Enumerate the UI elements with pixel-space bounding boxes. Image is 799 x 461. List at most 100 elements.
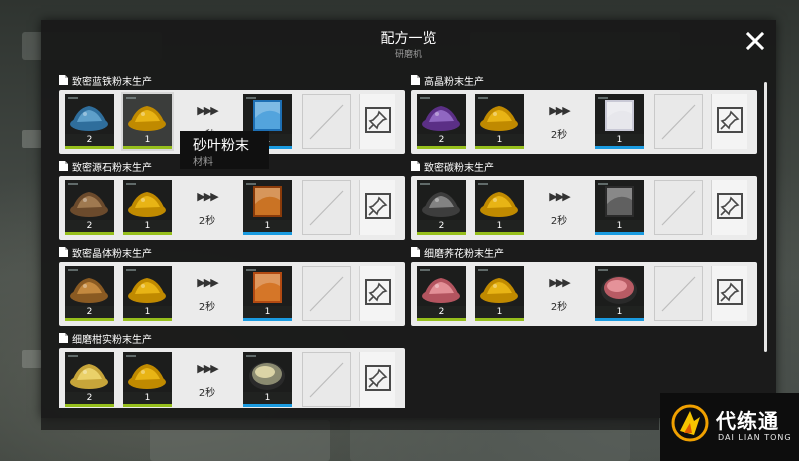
ingredient-slot[interactable]: 1 [475,180,524,235]
ingredient-slot[interactable]: 2 [417,180,466,235]
item-quantity: 1 [243,220,292,235]
recipe-title-text: 细磨柑实粉末生产 [72,334,152,346]
sandleaf-powder-icon [128,278,166,303]
product-slot[interactable]: 1 [243,180,292,235]
recipe-title-text: 致密蓝铁粉末生产 [72,76,152,88]
pin-recipe-button[interactable] [359,352,395,407]
item-tag [126,183,136,185]
recipe-title: 致密碳粉末生产 [411,158,757,174]
pin-recipe-button[interactable] [359,266,395,321]
pin-box [717,279,743,305]
watermark-subtitle: DAI LIAN TONG [718,433,792,442]
ingredient-slot[interactable]: 1 [475,94,524,149]
product-slot[interactable]: 1 [243,352,292,407]
item-thumbnail [123,180,172,223]
pin-recipe-button[interactable] [711,266,747,321]
item-thumbnail [417,180,466,223]
document-icon [411,161,420,171]
pin-icon [368,282,388,302]
scrollbar[interactable] [764,82,767,352]
recipe-title-text: 致密碳粉末生产 [424,162,494,174]
sandleaf-powder-icon [128,106,166,131]
empty-slot-slash-icon [661,104,696,140]
item-thumbnail [595,180,644,223]
ingredient-slot[interactable]: 2 [65,94,114,149]
ingredient-slot[interactable]: 1 [475,266,524,321]
ingredient-slot[interactable]: 2 [417,94,466,149]
item-quantity: 1 [595,220,644,235]
item-quantity: 1 [475,134,524,149]
item-tag [420,183,430,185]
pin-icon [368,368,388,388]
item-tag [420,269,430,271]
item-tag [598,97,608,99]
pin-box [365,193,391,219]
sandleaf-powder-icon [128,192,166,217]
dense-blue-iron-powder-icon [70,106,108,131]
item-tag [598,269,608,271]
fine-buckflower-powder-icon [601,276,637,304]
item-quantity: 1 [595,134,644,149]
ingredient-slot[interactable]: 2 [65,266,114,321]
process-arrow-icon: ▶▶▶ [197,104,218,117]
pin-recipe-button[interactable] [359,94,395,149]
pin-recipe-button[interactable] [711,180,747,235]
process-time: 2秒 [550,130,568,141]
ingredient-slot[interactable]: 2 [65,180,114,235]
close-button[interactable] [744,30,766,52]
ingredient-slot[interactable]: 2 [65,352,114,407]
pin-recipe-button[interactable] [711,94,747,149]
recipe-card: 细磨荞花粉末生产 2 1 ▶▶▶ 2秒 1 [411,244,757,326]
ingredient-slot[interactable]: 1 [123,352,172,407]
empty-slot [302,180,351,235]
item-tag [126,355,136,357]
item-quantity: 1 [123,220,172,235]
item-tag [598,183,608,185]
watermark: 代练通 DAI LIAN TONG [660,393,799,461]
product-slot[interactable]: 1 [595,266,644,321]
recipe-title-text: 细磨荞花粉末生产 [424,248,504,260]
empty-slot-slash-icon [309,362,344,398]
product-slot[interactable]: 1 [595,180,644,235]
item-tag [68,269,78,271]
citrus-powder-icon [70,364,108,389]
fine-citrus-powder-icon [249,362,285,390]
recipe-body: 2 1 ▶▶▶ 2秒 1 [411,90,757,154]
bottom-shade [41,418,659,430]
ingredient-slot[interactable]: 2 [417,266,466,321]
recipe-body: 2 1 ▶▶▶ 2秒 1 [411,262,757,326]
item-thumbnail [475,266,524,309]
item-thumbnail [65,352,114,395]
recipe-title-text: 高晶粉末生产 [424,76,484,88]
ingredient-slot[interactable]: 1 [123,180,172,235]
ingredient-slot[interactable]: 1 [123,266,172,321]
empty-slot [654,180,703,235]
ingredient-slot[interactable]: 1 [121,92,174,151]
item-quantity: 1 [475,220,524,235]
dialog-subtitle: 研磨机 [394,50,422,60]
pin-recipe-button[interactable] [359,180,395,235]
item-thumbnail [595,266,644,309]
recipe-list[interactable]: 致密蓝铁粉末生产 2 1 ▶▶▶ 2秒 [59,68,771,408]
pin-box [365,279,391,305]
dense-crystal-cube-icon [253,272,282,303]
item-quantity: 2 [65,392,114,407]
white-crystal-cube-icon [605,100,634,131]
item-quantity: 1 [123,392,172,407]
product-slot[interactable]: 1 [243,266,292,321]
item-tag [126,97,136,99]
process-time: 2秒 [550,216,568,227]
item-thumbnail [65,180,114,223]
pin-icon [368,110,388,130]
item-quantity: 1 [243,392,292,407]
item-quantity: 1 [123,134,172,149]
watermark-logo-icon [671,404,709,442]
crystal-powder-icon [70,278,108,303]
pin-icon [720,110,740,130]
item-thumbnail [65,94,114,137]
empty-slot-slash-icon [309,104,344,140]
item-tag [246,269,256,271]
purple-crystal-powder-icon [422,106,460,131]
product-slot[interactable]: 1 [595,94,644,149]
item-tag [420,97,430,99]
